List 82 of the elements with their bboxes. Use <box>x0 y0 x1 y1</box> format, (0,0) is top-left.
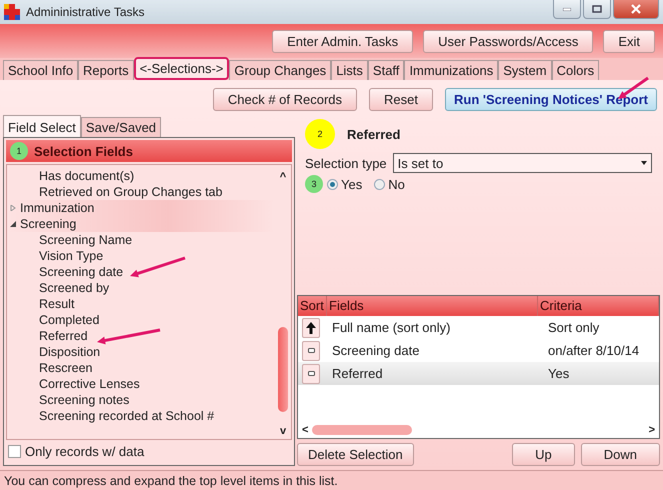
column-header[interactable]: Criteria <box>538 296 659 316</box>
tab[interactable]: Staff <box>368 60 404 80</box>
tree-item[interactable]: Retrieved on Group Changes tab <box>7 184 275 200</box>
tab[interactable]: Colors <box>552 60 600 80</box>
sort-button[interactable] <box>302 364 320 384</box>
tree-item[interactable]: Rescreen <box>7 360 275 376</box>
column-header[interactable]: Fields <box>327 296 538 316</box>
table-cell-text: Screening date <box>331 343 420 358</box>
tree-item[interactable]: Has document(s) <box>7 168 275 184</box>
tree-item[interactable]: Disposition <box>7 344 275 360</box>
tab[interactable]: Lists <box>331 60 368 80</box>
sort-button[interactable] <box>302 318 320 338</box>
table-cell-text: Yes <box>547 366 570 381</box>
table-row[interactable]: Full name (sort only) Sort only <box>298 316 659 339</box>
selection-type-dropdown[interactable]: Is set to <box>392 153 652 173</box>
table-row[interactable]: Referred Yes <box>298 362 659 385</box>
window-title: Admininistrative Tasks <box>26 5 146 19</box>
step-badge: 2 <box>305 119 335 149</box>
tab[interactable]: School Info <box>3 60 78 80</box>
tab[interactable]: System <box>498 60 552 80</box>
minimize-icon <box>563 8 571 10</box>
scrollbar-thumb[interactable] <box>312 425 412 435</box>
tree-item[interactable]: Referred <box>7 328 275 344</box>
tree-item[interactable]: Vision Type <box>7 248 275 264</box>
scroll-up-arrow[interactable]: ^ <box>280 171 286 183</box>
expanded-triangle-icon[interactable] <box>10 221 16 227</box>
panel-tab[interactable]: Save/Saved <box>80 117 162 137</box>
close-button[interactable] <box>613 0 659 19</box>
tree-item[interactable]: Screening Name <box>7 232 275 248</box>
table-cell-text: Full name (sort only) <box>331 320 452 335</box>
checkbox-label: Only records w/ data <box>25 444 144 459</box>
tab[interactable]: Group Changes <box>229 60 332 80</box>
header-label: Selection Fields <box>34 144 133 158</box>
maximize-button[interactable] <box>583 0 611 19</box>
step-badge: 1 <box>10 142 28 160</box>
tab[interactable]: Reports <box>78 60 134 80</box>
radio-button[interactable] <box>327 178 338 190</box>
action-button[interactable]: Up <box>512 443 575 466</box>
status-bar: You can compress and expand the top level items in this list. <box>0 470 663 490</box>
toolbar-button[interactable]: Enter Admin. Tasks <box>272 30 414 52</box>
column-header[interactable]: Sort <box>298 296 327 316</box>
action-button[interactable]: Run 'Screening Notices' Report <box>445 88 657 111</box>
maximize-icon <box>592 5 602 13</box>
table-cell-text: Sort only <box>547 320 600 335</box>
tree-item[interactable]: Screening date <box>7 264 275 280</box>
panel-tab[interactable]: Field Select <box>3 115 81 137</box>
table-row[interactable]: Screening date on/after 8/10/14 <box>298 339 659 362</box>
pointer-arrow <box>130 256 186 278</box>
checkbox[interactable] <box>8 445 21 458</box>
radio-button[interactable] <box>374 178 386 190</box>
scroll-right-arrow[interactable]: > <box>648 424 655 436</box>
toolbar-button[interactable]: User Passwords/Access <box>423 30 594 52</box>
tab[interactable]: <-Selections-> <box>134 57 230 80</box>
radio-label: Yes <box>341 176 362 192</box>
action-button[interactable]: Delete Selection <box>297 443 414 466</box>
dropdown-caret-icon <box>641 161 647 165</box>
radio-label: No <box>388 176 405 192</box>
sort-button[interactable] <box>302 340 320 360</box>
collapsed-triangle-icon[interactable] <box>10 205 16 211</box>
toolbar-button[interactable]: Exit <box>603 30 655 52</box>
tree-item[interactable]: Completed <box>7 312 275 328</box>
action-button[interactable]: Check # of Records <box>212 88 358 111</box>
scroll-left-arrow[interactable]: < <box>302 424 308 436</box>
tree-item[interactable]: Screening notes <box>7 392 275 408</box>
step-badge: 3 <box>305 175 323 193</box>
app-icon <box>4 4 20 20</box>
tree-item[interactable]: Result <box>7 296 275 312</box>
tree-item[interactable]: Screening recorded at School # <box>7 408 275 424</box>
scrollbar-thumb[interactable] <box>278 327 288 412</box>
close-icon <box>631 4 641 14</box>
table-cell-text: Referred <box>331 366 384 381</box>
action-button[interactable]: Down <box>580 443 660 466</box>
tree-item[interactable]: Screened by <box>7 280 275 296</box>
pointer-arrow <box>97 328 160 344</box>
tab[interactable]: Immunizations <box>404 60 498 80</box>
up-arrow-icon <box>306 322 316 334</box>
tree-item[interactable]: Corrective Lenses <box>7 376 275 392</box>
action-button[interactable]: Reset <box>369 88 433 111</box>
scroll-down-arrow[interactable]: v <box>280 425 286 437</box>
field-title: Referred <box>347 126 400 142</box>
field-label: Selection type <box>305 156 387 170</box>
table-cell-text: on/after 8/10/14 <box>547 343 640 358</box>
